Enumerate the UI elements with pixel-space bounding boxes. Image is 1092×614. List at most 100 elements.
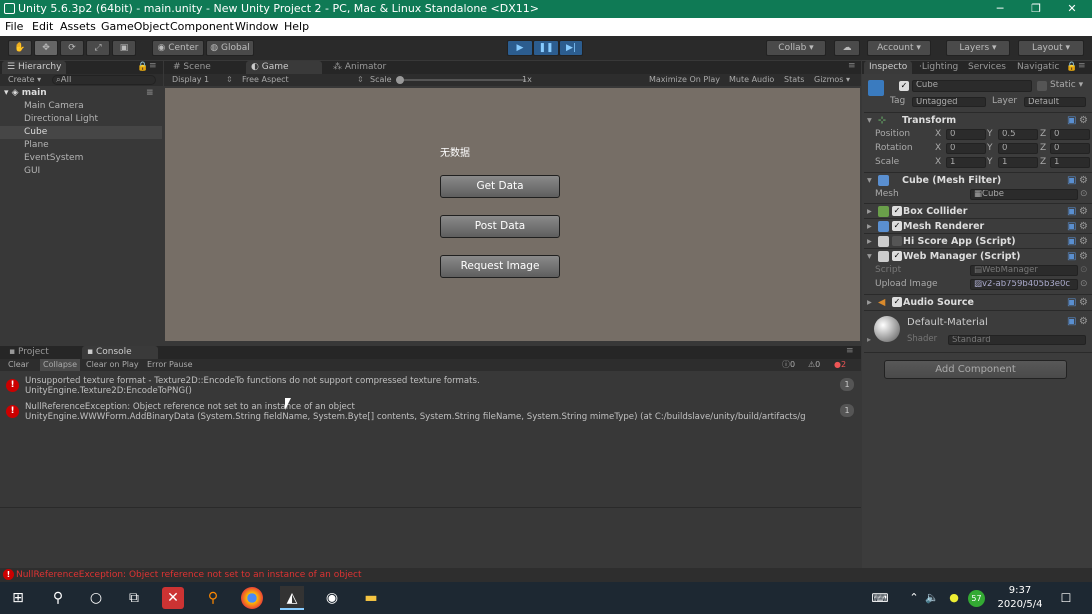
box-collider-header[interactable]: ▸ ✓ Box Collider ▣ ⚙ xyxy=(864,203,1092,218)
gameobject-active-checkbox[interactable]: ✓ xyxy=(899,81,909,91)
tray-badge[interactable]: 57 xyxy=(968,590,985,607)
notification-icon[interactable]: ☐ xyxy=(1054,586,1078,610)
chrome-icon[interactable] xyxy=(241,587,263,609)
help-icon[interactable]: ▣ xyxy=(1067,295,1076,310)
warning-filter-toggle[interactable]: ⚠ 0 xyxy=(808,359,820,371)
mesh-field[interactable]: ▦Cube xyxy=(970,189,1078,200)
settings-gear-icon[interactable]: ⚙ xyxy=(1079,113,1088,128)
web-manager-enabled-checkbox[interactable]: ✓ xyxy=(892,251,902,261)
minimize-button[interactable]: ─ xyxy=(982,0,1018,18)
post-data-button[interactable]: Post Data xyxy=(440,215,560,238)
gameobject-name-input[interactable]: Cube xyxy=(912,80,1032,92)
hi-score-app-enabled-checkbox[interactable] xyxy=(892,236,902,246)
create-dropdown[interactable]: Create ▾ xyxy=(8,74,41,86)
hand-tool-icon[interactable]: ✋ xyxy=(8,40,32,56)
console-error-pause-toggle[interactable]: Error Pause xyxy=(147,359,193,371)
cortana-icon[interactable]: ○ xyxy=(84,586,108,610)
log-filter-toggle[interactable]: ⓘ 0 xyxy=(782,359,795,371)
console-collapse-toggle[interactable]: Collapse xyxy=(40,359,80,371)
tab-scene[interactable]: # Scene xyxy=(168,61,216,74)
tab-game[interactable]: ◐ Game xyxy=(246,61,322,74)
console-clear-button[interactable]: Clear xyxy=(8,359,29,371)
app-x-icon[interactable]: ✕ xyxy=(162,587,184,609)
account-dropdown[interactable]: Account ▾ xyxy=(867,40,931,56)
rect-tool-icon[interactable]: ▣ xyxy=(112,40,136,56)
console-entry[interactable]: ! Unsupported texture format - Texture2D… xyxy=(0,374,860,399)
settings-gear-icon[interactable]: ⚙ xyxy=(1079,316,1088,327)
console-splitter[interactable] xyxy=(0,507,861,508)
unity-taskbar-icon[interactable]: ◭ xyxy=(280,586,304,610)
file-explorer-icon[interactable]: ▬ xyxy=(359,586,383,610)
tab-project[interactable]: ▪ Project xyxy=(4,346,54,359)
audio-source-enabled-checkbox[interactable]: ✓ xyxy=(892,297,902,307)
search-icon[interactable]: ⚲ xyxy=(46,586,70,610)
maximize-on-play-toggle[interactable]: Maximize On Play xyxy=(649,74,720,86)
windows-start-icon[interactable]: ⊞ xyxy=(6,586,30,610)
menu-window[interactable]: Window xyxy=(235,20,278,33)
help-icon[interactable]: ▣ xyxy=(1067,316,1076,327)
get-data-button[interactable]: Get Data xyxy=(440,175,560,198)
mute-audio-toggle[interactable]: Mute Audio xyxy=(729,74,774,86)
error-filter-toggle[interactable]: ● 2 xyxy=(834,359,846,371)
menu-help[interactable]: Help xyxy=(284,20,309,33)
mesh-renderer-enabled-checkbox[interactable]: ✓ xyxy=(892,221,902,231)
input-method-icon[interactable]: ⌨ xyxy=(868,586,892,610)
tab-console[interactable]: ▪ Console xyxy=(82,346,158,359)
rotation-x-field[interactable]: 0 xyxy=(946,143,986,154)
close-button[interactable]: ✕ xyxy=(1054,0,1090,18)
tab-services[interactable]: Services xyxy=(963,61,1011,74)
shader-dropdown[interactable]: Standard xyxy=(948,335,1086,345)
static-checkbox[interactable] xyxy=(1037,81,1047,91)
menu-gameobject[interactable]: GameObject xyxy=(101,20,170,33)
menu-component[interactable]: Component xyxy=(170,20,234,33)
mesh-renderer-header[interactable]: ▸ ✓ Mesh Renderer ▣ ⚙ xyxy=(864,218,1092,233)
scale-tool-icon[interactable]: ⤢ xyxy=(86,40,110,56)
mesh-filter-header[interactable]: ▾ Cube (Mesh Filter) ▣ ⚙ xyxy=(864,172,1092,187)
lock-icon[interactable]: 🔒 xyxy=(137,62,148,72)
static-dropdown[interactable]: Static ▾ xyxy=(1050,80,1083,90)
scene-root[interactable]: ▾ ◈ main ≡ xyxy=(0,87,162,100)
hierarchy-item-cube[interactable]: Cube xyxy=(0,126,162,139)
tab-hierarchy[interactable]: ☰ Hierarchy xyxy=(2,61,67,74)
volume-icon[interactable]: 🔈 xyxy=(920,586,944,610)
hierarchy-item-main-camera[interactable]: Main Camera xyxy=(0,100,162,113)
object-picker-icon[interactable]: ⊙ xyxy=(1080,277,1088,291)
settings-gear-icon[interactable]: ⚙ xyxy=(1079,219,1088,234)
upload-image-field[interactable]: ▨v2-ab759b405b3e0c xyxy=(970,279,1078,290)
help-icon[interactable]: ▣ xyxy=(1067,173,1076,188)
maximize-button[interactable]: ❐ xyxy=(1018,0,1054,18)
hierarchy-item-gui[interactable]: GUI xyxy=(0,165,162,178)
layers-dropdown[interactable]: Layers ▾ xyxy=(946,40,1010,56)
menu-edit[interactable]: Edit xyxy=(32,20,53,33)
rotation-z-field[interactable]: 0 xyxy=(1050,143,1090,154)
hi-score-app-header[interactable]: ▸ Hi Score App (Script) ▣ ⚙ xyxy=(864,233,1092,248)
inspector-menu-icon[interactable]: ≡ xyxy=(1078,61,1086,71)
menu-file[interactable]: File xyxy=(5,20,23,33)
tab-lighting[interactable]: ·Lighting xyxy=(914,61,963,74)
console-clear-on-play-toggle[interactable]: Clear on Play xyxy=(86,359,139,371)
box-collider-enabled-checkbox[interactable]: ✓ xyxy=(892,206,902,216)
step-button[interactable]: ▶| xyxy=(559,40,583,56)
hierarchy-item-plane[interactable]: Plane xyxy=(0,139,162,152)
settings-gear-icon[interactable]: ⚙ xyxy=(1079,234,1088,249)
layout-dropdown[interactable]: Layout ▾ xyxy=(1018,40,1084,56)
settings-gear-icon[interactable]: ⚙ xyxy=(1079,173,1088,188)
scale-z-field[interactable]: 1 xyxy=(1050,157,1090,168)
help-icon[interactable]: ▣ xyxy=(1067,234,1076,249)
move-tool-icon[interactable]: ✥ xyxy=(34,40,58,56)
tab-inspector[interactable]: Inspecto xyxy=(864,61,913,74)
clock-time[interactable]: 9:37 xyxy=(1000,585,1040,596)
tab-navigation[interactable]: Navigatic xyxy=(1012,61,1064,74)
inspector-lock-icon[interactable]: 🔒 xyxy=(1066,62,1077,72)
add-component-button[interactable]: Add Component xyxy=(884,360,1067,379)
hierarchy-search-input[interactable]: ⌕ All xyxy=(52,75,156,85)
help-icon[interactable]: ▣ xyxy=(1067,249,1076,264)
obs-icon[interactable]: ◉ xyxy=(320,586,344,610)
web-manager-header[interactable]: ▾ ✓ Web Manager (Script) ▣ ⚙ xyxy=(864,248,1092,263)
settings-gear-icon[interactable]: ⚙ xyxy=(1079,295,1088,310)
audio-source-header[interactable]: ▸ ◀ ✓ Audio Source ▣ ⚙ xyxy=(864,294,1092,309)
collab-button[interactable]: Collab ▾ xyxy=(766,40,826,56)
layer-dropdown[interactable]: Default xyxy=(1024,97,1086,107)
play-button[interactable]: ▶ xyxy=(507,40,533,56)
aspect-dropdown[interactable]: Free Aspect xyxy=(242,74,289,86)
